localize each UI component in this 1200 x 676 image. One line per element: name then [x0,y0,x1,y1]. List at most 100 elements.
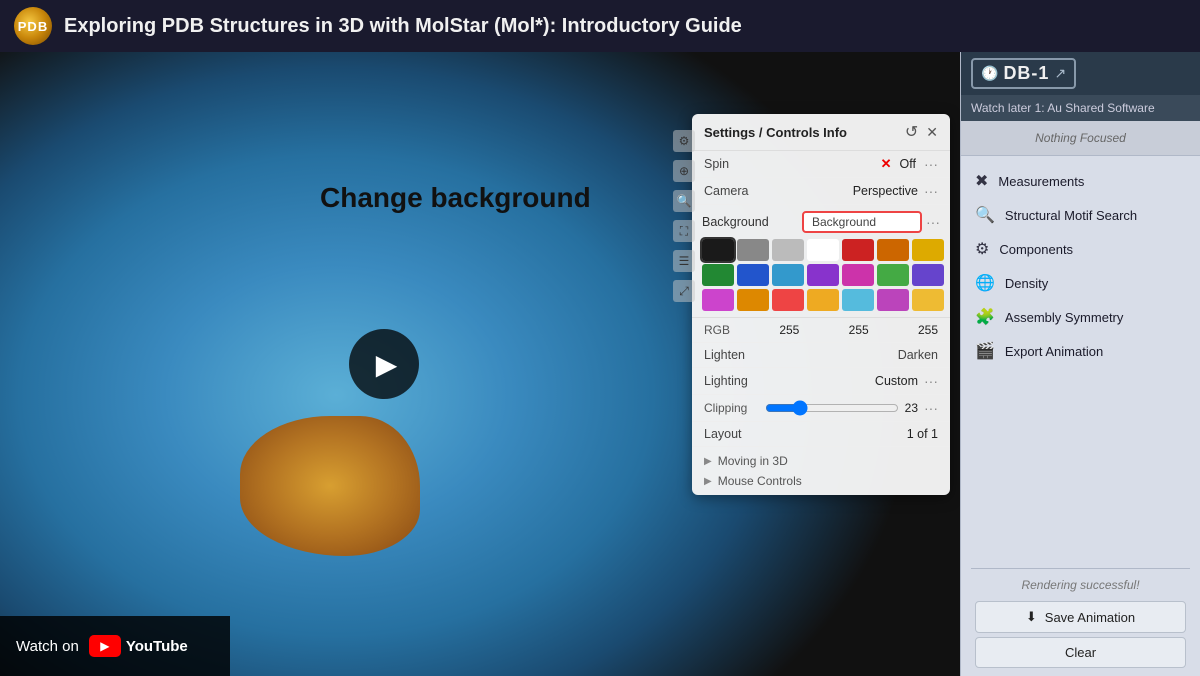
settings-close-button[interactable]: ✕ [926,124,938,141]
spin-row: Spin ✕ Off ··· [692,151,950,178]
spin-x-icon: ✕ [881,156,892,172]
settings-icon-4[interactable]: ⛶ [673,220,695,242]
bg-dots[interactable]: ··· [926,214,940,230]
pdb-logo[interactable]: PDB [14,7,52,45]
sidebar-item-icon-5: 🎬 [975,341,995,361]
color-swatch-15[interactable] [737,289,769,311]
header: PDB Exploring PDB Structures in 3D with … [0,0,1200,52]
rgb-b: 255 [918,323,938,337]
color-swatch-20[interactable] [912,289,944,311]
sidebar-item-structural-motif-search[interactable]: 🔍 Structural Motif Search [961,198,1200,232]
play-button[interactable]: ▶ [349,329,419,399]
db-badge: 🕐 DB-1 ↗ [971,58,1076,89]
camera-dots[interactable]: ··· [924,183,938,199]
youtube-play-icon: ▶ [100,639,109,653]
darken-label: Darken [898,348,938,362]
sidebar-item-density[interactable]: 🌐Density [961,266,1200,300]
color-swatch-12[interactable] [877,264,909,286]
color-swatch-19[interactable] [877,289,909,311]
clipping-slider[interactable] [765,400,899,416]
color-swatch-13[interactable] [912,264,944,286]
play-icon: ▶ [376,348,398,381]
background-section: Background ··· [692,205,950,318]
color-grid [702,239,940,311]
rgb-label: RGB [704,323,730,337]
color-swatch-5[interactable] [877,239,909,261]
nothing-focused-text: Nothing Focused [1035,131,1126,145]
settings-icon-5[interactable]: ☰ [673,250,695,272]
lighting-dots[interactable]: ··· [924,373,938,389]
color-swatch-4[interactable] [842,239,874,261]
color-swatch-7[interactable] [702,264,734,286]
video-area[interactable]: Change background ▶ Settings / Controls … [0,52,960,676]
spin-label: Spin [704,157,729,171]
color-swatch-11[interactable] [842,264,874,286]
color-swatch-0[interactable] [702,239,734,261]
db-label: DB-1 [1003,63,1049,84]
sidebar-item-measurements[interactable]: ✖Measurements [961,164,1200,198]
color-swatch-6[interactable] [912,239,944,261]
settings-refresh-icon[interactable]: ↺ [905,122,918,142]
color-swatch-9[interactable] [772,264,804,286]
sidebar-item-icon-2: ⚙ [975,239,989,259]
sidebar-item-label-1: Structural Motif Search [1005,208,1137,223]
youtube-icon: ▶ [89,635,121,657]
sidebar-item-icon-1: 🔍 [975,205,995,225]
save-anim-icon: ⬇ [1026,609,1037,625]
clear-button[interactable]: Clear [975,637,1186,668]
settings-icon-1[interactable]: ⚙ [673,130,695,152]
settings-header: Settings / Controls Info ↺ ✕ [692,114,950,151]
bg-label: Background [702,215,769,229]
spin-dots[interactable]: ··· [924,156,938,172]
sidebar-top: 🕐 DB-1 ↗ [961,52,1200,95]
save-animation-button[interactable]: ⬇ Save Animation [975,601,1186,633]
sidebar-item-icon-4: 🧩 [975,307,995,327]
camera-label: Camera [704,184,748,198]
youtube-logo[interactable]: ▶ YouTube [89,635,188,657]
sidebar-item-components[interactable]: ⚙ Components [961,232,1200,266]
color-swatch-18[interactable] [842,289,874,311]
settings-icon-3[interactable]: 🔍 [673,190,695,212]
youtube-bar: Watch on ▶ YouTube [0,616,230,676]
moving-3d-expand[interactable]: ▶ Moving in 3D [702,451,940,471]
lighting-row: Lighting Custom ··· [692,368,950,395]
sidebar-item-icon-3: 🌐 [975,273,995,293]
color-swatch-10[interactable] [807,264,839,286]
watch-on-text: Watch on [16,638,79,655]
sidebar-item-assembly-symmetry[interactable]: 🧩 Assembly Symmetry [961,300,1200,334]
expand-label-2: Mouse Controls [718,474,802,488]
settings-icon-2[interactable]: ⊕ [673,160,695,182]
layout-row: Layout 1 of 1 [692,422,950,447]
sidebar-item-label-2: Components [999,242,1073,257]
clipping-dots[interactable]: ··· [924,400,938,416]
color-swatch-1[interactable] [737,239,769,261]
lighten-label: Lighten [704,348,745,362]
main-content: Change background ▶ Settings / Controls … [0,52,1200,676]
expand-arrow-1: ▶ [704,456,712,467]
expand-arrow-2: ▶ [704,476,712,487]
watch-later-bar: Watch later 1: Au Shared Software [961,95,1200,121]
color-swatch-8[interactable] [737,264,769,286]
rgb-r: 255 [779,323,799,337]
rendering-text: Rendering successful! [961,573,1200,597]
settings-panel: Settings / Controls Info ↺ ✕ Spin ✕ Off … [692,114,950,495]
rgb-row: RGB 255 255 255 [692,318,950,343]
expand-label-1: Moving in 3D [718,454,788,468]
color-swatch-14[interactable] [702,289,734,311]
sidebar-item-export-animation[interactable]: 🎬 Export Animation [961,334,1200,368]
bg-input[interactable] [802,211,922,233]
settings-icon-6[interactable]: ⤢ [673,280,695,302]
right-sidebar: 🕐 DB-1 ↗ Watch later 1: Au Shared Softwa… [960,52,1200,676]
sidebar-item-label-4: Assembly Symmetry [1005,310,1123,325]
color-swatch-17[interactable] [807,289,839,311]
layout-label: Layout [704,427,742,441]
color-swatch-2[interactable] [772,239,804,261]
save-anim-label: Save Animation [1045,610,1135,625]
mouse-controls-expand[interactable]: ▶ Mouse Controls [702,471,940,491]
color-swatch-16[interactable] [772,289,804,311]
lighting-value: Custom [875,374,918,388]
share-icon: ↗ [1054,65,1066,82]
sidebar-item-label-5: Export Animation [1005,344,1103,359]
color-swatch-3[interactable] [807,239,839,261]
camera-row: Camera Perspective ··· [692,178,950,205]
